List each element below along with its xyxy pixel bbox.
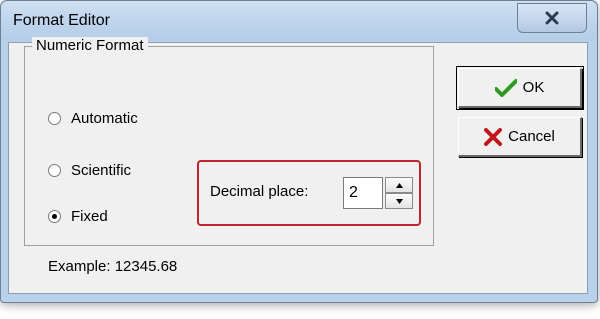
cancel-button-label: Cancel: [508, 128, 555, 145]
cancel-button[interactable]: Cancel: [458, 117, 582, 157]
decimal-place-label: Decimal place:: [210, 183, 309, 200]
ok-button[interactable]: OK: [458, 68, 582, 108]
radio-fixed-circle[interactable]: [48, 210, 61, 223]
radio-automatic[interactable]: Automatic: [48, 110, 138, 127]
radio-automatic-label: Automatic: [71, 110, 138, 127]
example-text: Example: 12345.68: [48, 258, 178, 275]
decimal-place-spinner: [385, 177, 413, 209]
radio-selected-dot: [52, 214, 57, 219]
checkmark-icon: [494, 78, 517, 97]
arrow-up-icon: [395, 182, 403, 188]
arrow-down-icon: [395, 198, 403, 204]
close-button[interactable]: [517, 3, 587, 33]
radio-scientific[interactable]: Scientific: [48, 162, 131, 179]
radio-fixed[interactable]: Fixed: [48, 208, 108, 225]
radio-automatic-circle[interactable]: [48, 112, 61, 125]
numeric-format-legend: Numeric Format: [32, 37, 148, 54]
radio-fixed-label: Fixed: [71, 208, 108, 225]
radio-scientific-label: Scientific: [71, 162, 132, 179]
spin-down-button[interactable]: [385, 193, 413, 209]
close-icon: [545, 11, 559, 25]
ok-button-label: OK: [522, 79, 545, 96]
decimal-place-input[interactable]: 2: [343, 177, 383, 209]
spin-up-button[interactable]: [385, 177, 413, 193]
window-title: Format Editor: [13, 12, 110, 29]
cancel-x-icon: [484, 127, 503, 146]
radio-scientific-circle[interactable]: [48, 164, 61, 177]
title-bar: Format Editor: [1, 1, 597, 41]
